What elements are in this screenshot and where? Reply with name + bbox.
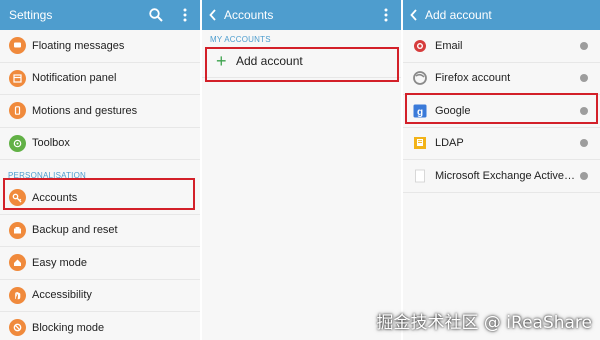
account-type-ldap[interactable]: LDAP: [403, 128, 600, 160]
more-options-icon[interactable]: [371, 0, 401, 30]
google-icon: g: [411, 102, 429, 120]
motions-gestures-icon: [8, 102, 26, 120]
settings-item-accounts[interactable]: Accounts: [0, 182, 200, 215]
settings-item-label: Notification panel: [32, 72, 117, 85]
back-arrow-icon[interactable]: [202, 0, 220, 30]
blocking-mode-icon: [8, 319, 26, 337]
settings-item-label: Accessibility: [32, 289, 92, 302]
settings-item-accessibility[interactable]: Accessibility: [0, 280, 200, 312]
account-type-label: Microsoft Exchange ActiveSync: [435, 169, 580, 182]
easy-mode-icon: [8, 254, 26, 272]
search-icon[interactable]: [142, 0, 170, 30]
account-type-email[interactable]: Email: [403, 30, 600, 63]
floating-messages-icon: [8, 37, 26, 55]
add-account-panel: Add account Email Firefox account g Goog…: [403, 0, 600, 340]
ldap-icon: [411, 134, 429, 152]
back-arrow-icon[interactable]: [403, 0, 421, 30]
status-dot: [580, 74, 588, 83]
account-type-google[interactable]: g Google: [403, 95, 600, 128]
settings-panel: Settings Floating messages Notification …: [0, 0, 200, 340]
add-account-label: Add account: [236, 53, 303, 68]
settings-item-label: Motions and gestures: [32, 104, 138, 117]
svg-text:g: g: [417, 107, 423, 118]
account-type-label: Email: [435, 39, 463, 52]
settings-item-label: Floating messages: [32, 39, 125, 52]
settings-item-toolbox[interactable]: Toolbox: [0, 128, 200, 160]
settings-item-easy-mode[interactable]: Easy mode: [0, 247, 200, 280]
email-icon: [411, 37, 429, 55]
settings-item-label: Accounts: [32, 191, 78, 204]
key-icon: [8, 189, 26, 207]
settings-item-label: Easy mode: [32, 256, 88, 269]
personalisation-section-header: PERSONALISATION: [8, 171, 86, 180]
status-dot: [580, 41, 588, 50]
settings-item-label: Backup and reset: [32, 224, 118, 237]
settings-item-label: Blocking mode: [32, 321, 105, 334]
settings-item-blocking-mode[interactable]: Blocking mode: [0, 312, 200, 340]
settings-item-floating-messages[interactable]: Floating messages: [0, 30, 200, 63]
account-type-exchange[interactable]: Microsoft Exchange ActiveSync: [403, 160, 600, 193]
accounts-title-bar: Accounts: [202, 0, 401, 30]
toolbox-icon: [8, 134, 26, 152]
status-dot: [580, 106, 588, 115]
settings-item-backup-reset[interactable]: Backup and reset: [0, 215, 200, 247]
firefox-icon: [411, 69, 429, 87]
account-type-label: Google: [435, 104, 471, 117]
my-accounts-section-header: MY ACCOUNTS: [210, 35, 271, 44]
status-dot: [580, 139, 588, 148]
notification-panel-icon: [8, 69, 26, 87]
settings-item-label: Toolbox: [32, 137, 70, 150]
account-type-label: Firefox account: [435, 72, 511, 85]
settings-item-motions-gestures[interactable]: Motions and gestures: [0, 95, 200, 128]
settings-title: Settings: [9, 8, 53, 22]
plus-icon: +: [216, 50, 227, 71]
add-account-button[interactable]: + Add account: [202, 44, 401, 78]
add-account-title-bar: Add account: [403, 0, 600, 30]
accounts-title: Accounts: [224, 8, 274, 22]
accessibility-icon: [8, 286, 26, 304]
account-type-firefox[interactable]: Firefox account: [403, 63, 600, 95]
account-type-label: LDAP: [435, 137, 464, 150]
accounts-panel: Accounts MY ACCOUNTS + Add account: [202, 0, 401, 340]
settings-title-bar: Settings: [0, 0, 200, 30]
more-options-icon[interactable]: [170, 0, 200, 30]
status-dot: [580, 171, 588, 180]
watermark-text: 掘金技术社区 @ iReaShare: [376, 313, 592, 333]
exchange-icon: [411, 167, 429, 185]
backup-icon: [8, 221, 26, 239]
add-account-title: Add account: [425, 8, 492, 22]
settings-item-notification-panel[interactable]: Notification panel: [0, 63, 200, 95]
